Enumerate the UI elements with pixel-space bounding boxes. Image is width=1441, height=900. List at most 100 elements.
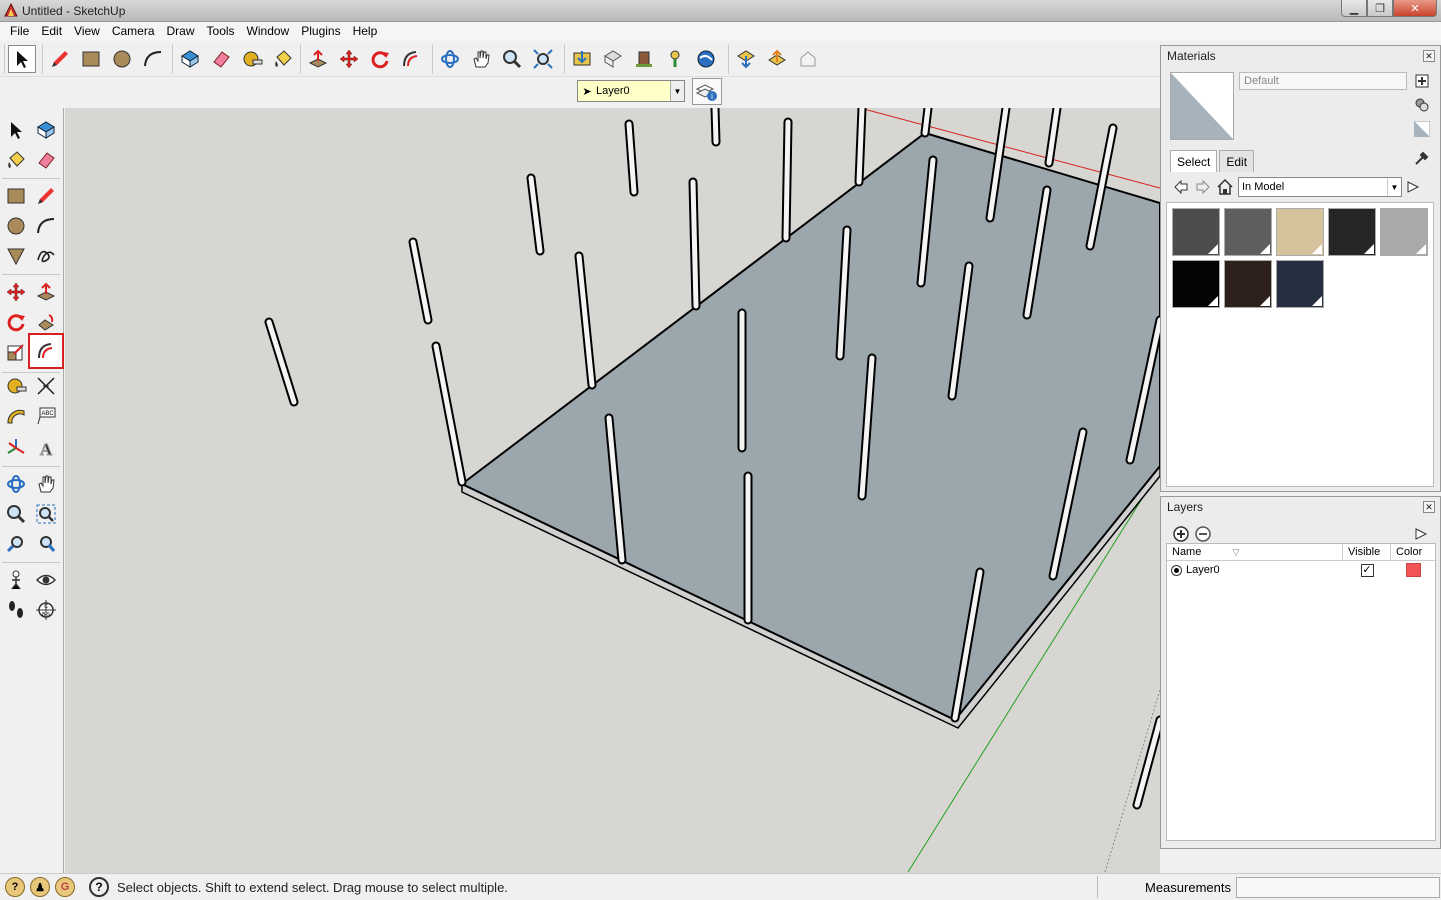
default-material-button[interactable]	[1413, 120, 1431, 138]
follow-me-rotate-tool[interactable]	[32, 308, 60, 336]
maximize-button[interactable]: ❐	[1367, 0, 1393, 17]
create-material-button[interactable]	[1413, 72, 1431, 90]
zoom-tool[interactable]	[2, 500, 30, 528]
material-swatch[interactable]	[1276, 208, 1324, 256]
sample-paint-button[interactable]	[1413, 149, 1431, 167]
tab-edit[interactable]: Edit	[1219, 150, 1255, 172]
materials-close-button[interactable]: ✕	[1423, 50, 1435, 62]
layer-details-button[interactable]	[1410, 524, 1432, 544]
menu-edit[interactable]: Edit	[35, 22, 68, 41]
google-earth-button[interactable]	[692, 45, 720, 73]
orbit-tool[interactable]	[2, 470, 30, 498]
section-plane-tool[interactable]: C B-5	[32, 596, 60, 624]
material-swatch[interactable]	[1380, 208, 1428, 256]
layer-dropdown[interactable]: ➤ Layer0 ▼	[577, 80, 685, 102]
active-layer-radio[interactable]	[1171, 564, 1182, 576]
pencil-button[interactable]	[46, 45, 74, 73]
sign-in-button[interactable]: G	[55, 877, 75, 897]
instructor-button[interactable]: ?	[89, 877, 109, 897]
position-camera-tool[interactable]	[2, 566, 30, 594]
circle-tool[interactable]	[2, 212, 30, 240]
menu-window[interactable]: Window	[241, 22, 296, 41]
eraser-tool[interactable]	[32, 146, 60, 174]
follow-me-tool[interactable]	[28, 333, 64, 369]
menu-help[interactable]: Help	[347, 22, 384, 41]
rectangle-button[interactable]	[77, 45, 105, 73]
axes-tool[interactable]	[2, 434, 30, 462]
upload-button[interactable]	[763, 45, 791, 73]
layer-color-swatch[interactable]	[1405, 563, 1421, 577]
material-swatch[interactable]	[1224, 260, 1272, 308]
column-visible[interactable]: Visible	[1343, 544, 1391, 560]
share-component-button[interactable]	[630, 45, 658, 73]
rotate-button[interactable]	[366, 45, 394, 73]
orbit-button[interactable]	[436, 45, 464, 73]
menu-plugins[interactable]: Plugins	[295, 22, 346, 41]
menu-view[interactable]: View	[68, 22, 106, 41]
layers-close-button[interactable]: ✕	[1423, 501, 1435, 513]
back-button[interactable]	[1170, 177, 1192, 197]
layer-visible-checkbox[interactable]: ✓	[1360, 563, 1374, 577]
paint-bucket-tool[interactable]	[2, 146, 30, 174]
3d-scene[interactable]	[65, 108, 1160, 873]
get-photo-texture-button[interactable]	[732, 45, 760, 73]
menu-draw[interactable]: Draw	[161, 22, 201, 41]
circle-button[interactable]	[108, 45, 136, 73]
3d-text-tool[interactable]: A	[32, 434, 60, 462]
material-swatch[interactable]	[1276, 260, 1324, 308]
material-collection-select[interactable]: In Model ▼	[1238, 177, 1402, 197]
protractor-tool[interactable]	[2, 402, 30, 430]
tab-select[interactable]: Select	[1170, 150, 1218, 172]
zoom-extents-tool[interactable]	[32, 530, 60, 558]
display-secondary-pane-button[interactable]	[1413, 96, 1431, 114]
menu-file[interactable]: File	[4, 22, 35, 41]
arc-tool[interactable]	[32, 212, 60, 240]
push-pull-tool[interactable]	[32, 278, 60, 306]
menu-tools[interactable]: Tools	[201, 22, 241, 41]
material-swatch[interactable]	[1328, 208, 1376, 256]
zoom-window-tool[interactable]	[32, 500, 60, 528]
paint-bucket-button[interactable]	[269, 45, 297, 73]
zoom-button[interactable]	[498, 45, 526, 73]
dimension-tool[interactable]	[32, 372, 60, 400]
zoom-extents-button[interactable]	[529, 45, 557, 73]
column-color[interactable]: Color	[1391, 544, 1435, 560]
share-model-button[interactable]	[599, 45, 627, 73]
forward-button[interactable]	[1192, 177, 1214, 197]
eraser-button[interactable]	[207, 45, 235, 73]
move-button[interactable]	[335, 45, 363, 73]
rotate-tool[interactable]	[2, 308, 30, 336]
details-button[interactable]	[1402, 177, 1424, 197]
column-name[interactable]: Name ▽	[1167, 544, 1343, 560]
in-model-button[interactable]	[1214, 177, 1236, 197]
model-viewport[interactable]	[65, 108, 1160, 873]
rectangle-tool[interactable]	[2, 182, 30, 210]
delete-layer-button[interactable]	[1192, 524, 1214, 544]
polygon-tool[interactable]	[2, 242, 30, 270]
pan-tool[interactable]	[32, 470, 60, 498]
previous-view-tool[interactable]	[2, 530, 30, 558]
material-name-field[interactable]: Default	[1239, 72, 1407, 90]
tape-measure-tool[interactable]	[2, 372, 30, 400]
measurements-input[interactable]	[1236, 877, 1440, 898]
credits-button[interactable]: ♟	[30, 877, 50, 897]
arc-button[interactable]	[139, 45, 167, 73]
select-tool[interactable]	[2, 116, 30, 144]
add-layer-button[interactable]	[1170, 524, 1192, 544]
pan-button[interactable]	[467, 45, 495, 73]
scale-tool[interactable]	[2, 338, 30, 366]
tape-measure-button[interactable]	[238, 45, 266, 73]
text-tool[interactable]: ABC	[32, 402, 60, 430]
pencil-tool[interactable]	[32, 182, 60, 210]
make-component-button[interactable]	[176, 45, 204, 73]
move-tool[interactable]	[2, 278, 30, 306]
place-model-button[interactable]	[661, 45, 689, 73]
push-pull-button[interactable]	[304, 45, 332, 73]
walk-tool[interactable]	[2, 596, 30, 624]
close-button[interactable]: ✕	[1393, 0, 1437, 17]
preview-button[interactable]	[794, 45, 822, 73]
get-models-button[interactable]	[568, 45, 596, 73]
material-swatch[interactable]	[1224, 208, 1272, 256]
select-button[interactable]	[8, 45, 36, 73]
minimize-button[interactable]: ▁	[1341, 0, 1367, 17]
